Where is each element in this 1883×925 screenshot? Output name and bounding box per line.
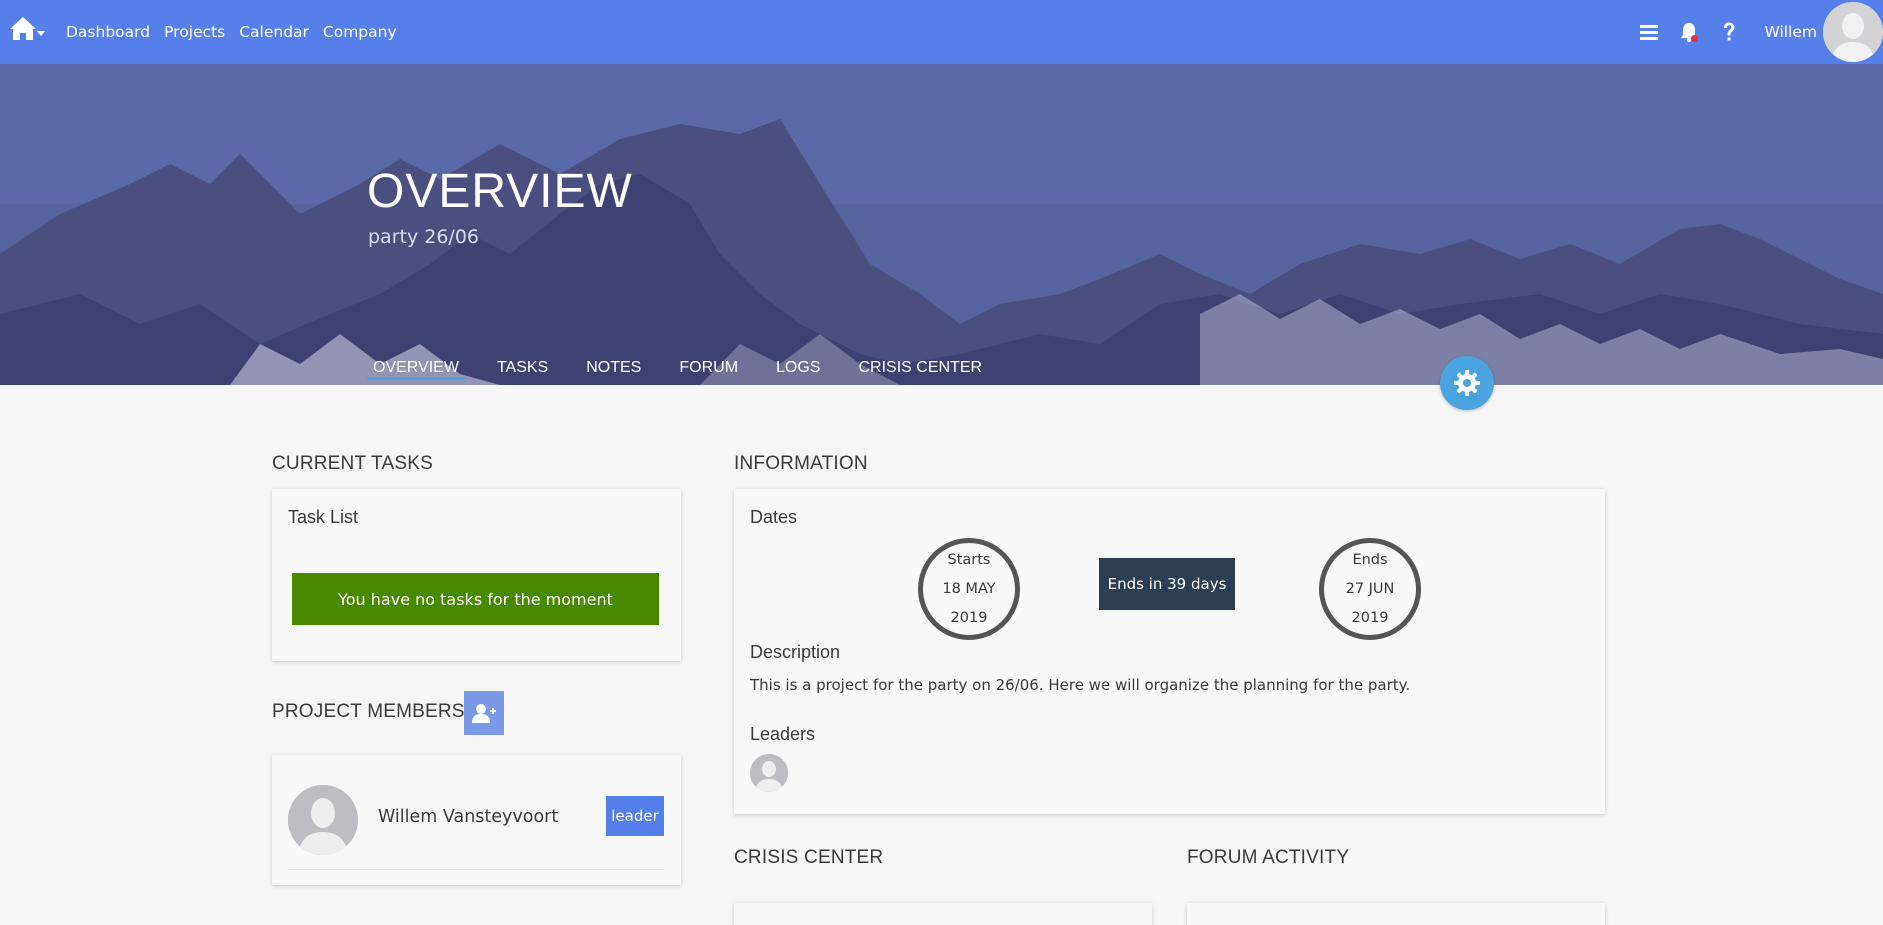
add-user-icon	[472, 704, 496, 723]
crisis-center-heading: CRISIS CENTER	[734, 847, 884, 868]
page-title: OVERVIEW	[367, 165, 633, 218]
start-year: 2019	[950, 609, 988, 626]
forum-activity-card	[1187, 903, 1605, 925]
nav-link-projects[interactable]: Projects	[164, 23, 225, 41]
help-button[interactable]	[1714, 17, 1744, 47]
forum-activity-heading: FORUM ACTIVITY	[1187, 847, 1350, 868]
end-year: 2019	[1351, 609, 1389, 626]
task-list-label: Task List	[288, 507, 359, 527]
leaders-label: Leaders	[750, 724, 816, 744]
start-day-month: 18 MAY	[942, 580, 996, 597]
hamburger-icon	[1640, 25, 1659, 40]
description-text: This is a project for the party on 26/06…	[750, 676, 1411, 694]
no-tasks-alert: You have no tasks for the moment	[292, 573, 659, 625]
member-name: Willem Vansteyvoort	[378, 807, 559, 827]
dates-label: Dates	[750, 507, 798, 527]
leader-role-badge: leader	[606, 796, 664, 836]
task-list-card: Task List You have no tasks for the mome…	[272, 489, 681, 661]
user-name[interactable]: Willem	[1764, 23, 1817, 41]
project-tabs: OVERVIEW TASKS NOTES FORUM LOGS CRISIS C…	[367, 359, 1014, 380]
nav-link-calendar[interactable]: Calendar	[239, 23, 309, 41]
tab-overview[interactable]: OVERVIEW	[367, 359, 465, 380]
start-date-circle: Starts 18 MAY 2019	[918, 538, 1020, 640]
add-member-button[interactable]	[464, 691, 504, 735]
start-label: Starts	[947, 551, 991, 568]
member-card: Willem Vansteyvoort leader	[272, 755, 681, 885]
end-label: Ends	[1352, 551, 1388, 568]
nav-right-group: Willem	[1634, 0, 1883, 64]
default-user-icon	[1823, 2, 1883, 62]
crisis-center-card	[734, 903, 1152, 925]
leader-avatar[interactable]	[750, 754, 788, 792]
tab-logs[interactable]: LOGS	[770, 359, 826, 380]
default-user-icon	[288, 785, 358, 855]
main-nav: Dashboard Projects Calendar Company	[66, 0, 411, 64]
hamburger-menu-button[interactable]	[1634, 17, 1664, 47]
user-avatar[interactable]	[1823, 2, 1883, 62]
end-day-month: 27 JUN	[1345, 580, 1395, 597]
member-divider	[288, 869, 664, 870]
gear-icon	[1454, 370, 1480, 396]
end-date-circle: Ends 27 JUN 2019	[1319, 538, 1421, 640]
tab-forum[interactable]: FORUM	[673, 359, 744, 380]
notifications-button[interactable]	[1674, 17, 1704, 47]
top-navbar: Dashboard Projects Calendar Company Will…	[0, 0, 1883, 64]
project-settings-button[interactable]	[1440, 356, 1494, 410]
tab-crisis-center[interactable]: CRISIS CENTER	[852, 359, 988, 380]
countdown-badge: Ends in 39 days	[1099, 558, 1235, 610]
member-avatar	[288, 785, 358, 855]
nav-link-company[interactable]: Company	[323, 23, 397, 41]
project-members-heading: PROJECT MEMBERS	[272, 701, 465, 722]
description-label: Description	[750, 642, 841, 662]
tab-notes[interactable]: NOTES	[580, 359, 647, 380]
project-subtitle: party 26/06	[368, 226, 480, 248]
home-icon	[10, 17, 45, 40]
default-user-icon	[750, 754, 788, 792]
current-tasks-heading: CURRENT TASKS	[272, 453, 433, 474]
home-menu-button[interactable]	[8, 14, 48, 44]
hero-banner: OVERVIEW party 26/06 OVERVIEW TASKS NOTE…	[0, 64, 1883, 385]
mountain-background-image	[0, 64, 1883, 385]
tab-tasks[interactable]: TASKS	[491, 359, 554, 380]
question-icon	[1724, 22, 1735, 41]
information-heading: INFORMATION	[734, 453, 868, 474]
information-card: Dates Starts 18 MAY 2019 Ends in 39 days…	[734, 489, 1605, 814]
nav-link-dashboard[interactable]: Dashboard	[66, 23, 150, 41]
